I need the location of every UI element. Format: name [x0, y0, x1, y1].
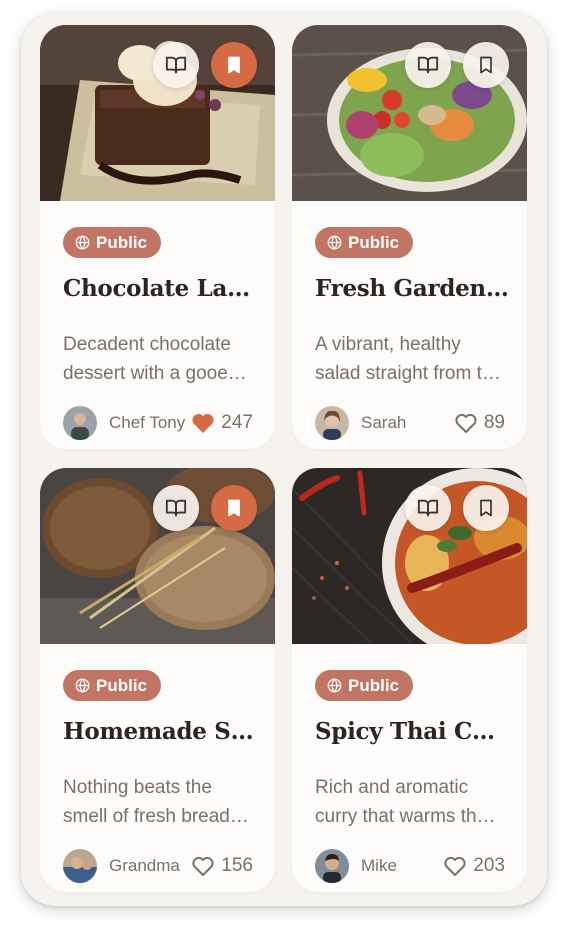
recipe-description: Rich and aromatic curry that warms the s…	[315, 777, 488, 827]
recipe-card[interactable]: Public Homemade Sourdough Nothing beats …	[40, 468, 275, 892]
recipe-photo	[40, 25, 275, 201]
recipe-description: Nothing beats the smell of fresh bread b…	[63, 777, 230, 827]
heart-icon	[192, 856, 214, 876]
recipe-meta: Mike 203	[315, 849, 505, 883]
recipe-card[interactable]: Public Fresh Garden Bowl A vibrant, heal…	[292, 25, 527, 449]
recipe-meta: Sarah 89	[315, 406, 505, 440]
badge-label: Public	[348, 232, 400, 252]
visibility-badge: Public	[63, 227, 162, 258]
recipe-title[interactable]: Fresh Garden Bowl	[315, 275, 510, 302]
like-count: 203	[473, 855, 505, 876]
book-open-icon	[165, 499, 187, 517]
book-open-icon	[417, 56, 439, 74]
bookmark-button[interactable]	[211, 42, 257, 88]
author-name[interactable]: Mike	[361, 856, 397, 876]
bookmark-icon	[228, 56, 240, 74]
avatar[interactable]	[63, 406, 97, 440]
bookmark-button[interactable]	[463, 485, 509, 531]
book-open-icon	[417, 499, 439, 517]
bookmark-button[interactable]	[463, 42, 509, 88]
avatar[interactable]	[315, 406, 349, 440]
badge-label: Public	[96, 232, 148, 252]
visibility-badge: Public	[315, 227, 414, 258]
globe-icon	[75, 678, 90, 693]
recipe-photo	[292, 468, 527, 644]
book-open-button[interactable]	[405, 485, 451, 531]
globe-icon	[327, 678, 342, 693]
like-button[interactable]: 203	[443, 855, 505, 877]
recipe-card[interactable]: Public Chocolate Lava Cake Decadent choc…	[40, 25, 275, 449]
recipe-card[interactable]: Public Spicy Thai Curry Rich and aromati…	[292, 468, 527, 892]
book-open-button[interactable]	[153, 42, 199, 88]
like-count: 156	[221, 855, 253, 876]
recipe-grid: Public Chocolate Lava Cake Decadent choc…	[21, 13, 547, 906]
bookmark-icon	[480, 499, 492, 517]
heart-icon	[444, 856, 466, 876]
recipe-meta: Grandma 156	[63, 849, 253, 883]
avatar[interactable]	[63, 849, 97, 883]
like-count: 89	[483, 412, 505, 433]
heart-icon	[192, 413, 214, 433]
like-count: 247	[221, 412, 253, 433]
author-name[interactable]: Chef Tony	[109, 413, 185, 433]
recipe-title[interactable]: Chocolate Lava Cake	[63, 275, 258, 302]
author-name[interactable]: Grandma	[109, 856, 180, 876]
like-button[interactable]: 156	[191, 855, 253, 877]
bookmark-icon	[228, 499, 240, 517]
recipe-photo	[40, 468, 275, 644]
recipe-title[interactable]: Homemade Sourdough	[63, 718, 258, 745]
visibility-badge: Public	[63, 670, 162, 701]
book-open-button[interactable]	[405, 42, 451, 88]
like-button[interactable]: 247	[191, 412, 253, 434]
avatar[interactable]	[315, 849, 349, 883]
recipe-photo	[292, 25, 527, 201]
globe-icon	[75, 235, 90, 250]
recipe-title[interactable]: Spicy Thai Curry	[315, 718, 510, 745]
like-button[interactable]: 89	[454, 412, 505, 434]
globe-icon	[327, 235, 342, 250]
visibility-badge: Public	[315, 670, 414, 701]
recipe-description: A vibrant, healthy salad straight from t…	[315, 334, 503, 384]
book-open-button[interactable]	[153, 485, 199, 531]
author-name[interactable]: Sarah	[361, 413, 406, 433]
heart-icon	[455, 413, 477, 433]
bookmark-icon	[480, 56, 492, 74]
badge-label: Public	[348, 675, 400, 695]
recipe-description: Decadent chocolate dessert with a gooey …	[63, 334, 238, 384]
recipe-meta: Chef Tony 247	[63, 406, 253, 440]
badge-label: Public	[96, 675, 148, 695]
book-open-icon	[165, 56, 187, 74]
bookmark-button[interactable]	[211, 485, 257, 531]
